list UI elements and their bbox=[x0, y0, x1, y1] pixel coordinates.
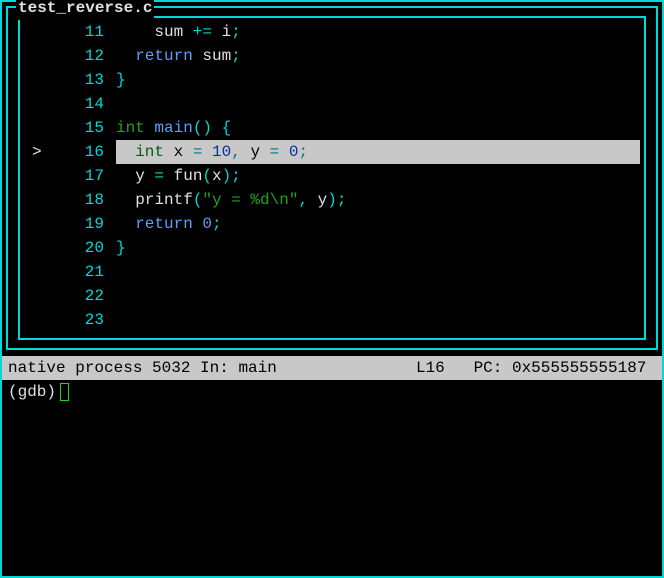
line-number: 16 bbox=[52, 140, 116, 164]
line-number: 21 bbox=[52, 260, 116, 284]
gdb-prompt[interactable]: (gdb) bbox=[2, 380, 662, 404]
code-content: return sum; bbox=[116, 44, 640, 68]
code-content: return 0; bbox=[116, 212, 640, 236]
line-number: 13 bbox=[52, 68, 116, 92]
line-number: 23 bbox=[52, 308, 116, 332]
code-content: y = fun(x); bbox=[116, 164, 640, 188]
code-line: >16 int x = 10, y = 0; bbox=[24, 140, 640, 164]
code-line: 23 bbox=[24, 308, 640, 332]
line-number: 19 bbox=[52, 212, 116, 236]
breakpoint-marker bbox=[24, 164, 52, 188]
code-line: 14 bbox=[24, 92, 640, 116]
line-number: 17 bbox=[52, 164, 116, 188]
status-process: native process 5032 In: main bbox=[8, 356, 416, 380]
status-bar: native process 5032 In: main L16 PC: 0x5… bbox=[2, 356, 662, 380]
code-line: 18 printf("y = %d\n", y); bbox=[24, 188, 640, 212]
code-content bbox=[116, 260, 640, 284]
breakpoint-marker bbox=[24, 68, 52, 92]
line-number: 14 bbox=[52, 92, 116, 116]
code-content: } bbox=[116, 68, 640, 92]
code-content: } bbox=[116, 236, 640, 260]
line-number: 22 bbox=[52, 284, 116, 308]
status-line: L16 bbox=[416, 356, 445, 380]
breakpoint-marker bbox=[24, 212, 52, 236]
breakpoint-marker bbox=[24, 116, 52, 140]
code-line: 21 bbox=[24, 260, 640, 284]
status-sep bbox=[445, 356, 474, 380]
code-content bbox=[116, 284, 640, 308]
status-pc: PC: 0x555555555187 bbox=[474, 356, 647, 380]
status-pad bbox=[646, 356, 656, 380]
breakpoint-marker bbox=[24, 92, 52, 116]
code-content: printf("y = %d\n", y); bbox=[116, 188, 640, 212]
code-line: 22 bbox=[24, 284, 640, 308]
breakpoint-marker bbox=[24, 188, 52, 212]
code-line: 13} bbox=[24, 68, 640, 92]
code-pane[interactable]: 11 sum += i; 12 return sum; 13} 14 15int… bbox=[18, 16, 646, 340]
code-content: int x = 10, y = 0; bbox=[116, 140, 640, 164]
code-line: 19 return 0; bbox=[24, 212, 640, 236]
line-number: 20 bbox=[52, 236, 116, 260]
code-content: int main() { bbox=[116, 116, 640, 140]
code-line: 17 y = fun(x); bbox=[24, 164, 640, 188]
line-number: 11 bbox=[52, 20, 116, 44]
source-frame: test_reverse.c 11 sum += i; 12 return su… bbox=[6, 6, 658, 350]
cursor-icon bbox=[60, 383, 69, 401]
breakpoint-marker bbox=[24, 44, 52, 68]
breakpoint-marker: > bbox=[24, 140, 52, 164]
frame-title: test_reverse.c bbox=[16, 0, 154, 20]
code-content: sum += i; bbox=[116, 20, 640, 44]
breakpoint-marker bbox=[24, 236, 52, 260]
breakpoint-marker bbox=[24, 260, 52, 284]
line-number: 18 bbox=[52, 188, 116, 212]
breakpoint-marker bbox=[24, 284, 52, 308]
code-line: 12 return sum; bbox=[24, 44, 640, 68]
gdb-prompt-text: (gdb) bbox=[8, 380, 56, 404]
code-content bbox=[116, 92, 640, 116]
breakpoint-marker bbox=[24, 20, 52, 44]
code-line: 11 sum += i; bbox=[24, 20, 640, 44]
code-line: 15int main() { bbox=[24, 116, 640, 140]
line-number: 15 bbox=[52, 116, 116, 140]
line-number: 12 bbox=[52, 44, 116, 68]
code-line: 20} bbox=[24, 236, 640, 260]
breakpoint-marker bbox=[24, 308, 52, 332]
code-content bbox=[116, 308, 640, 332]
